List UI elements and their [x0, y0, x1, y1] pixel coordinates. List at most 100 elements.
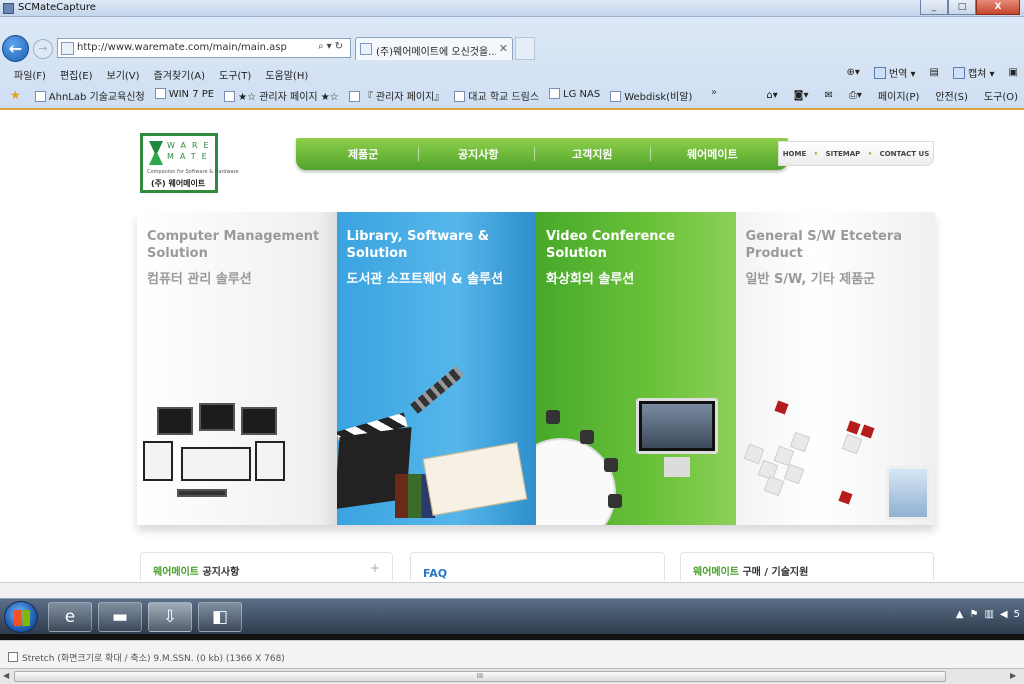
logo-ware: WARE: [167, 141, 215, 150]
fav-item[interactable]: ★☆ 관리자 페이지 ★☆: [224, 88, 339, 103]
fav-label: 대교 학교 드림스: [468, 92, 540, 103]
favorites-bar: ★ AhnLab 기술교육신청 WIN 7 PE ★☆ 관리자 페이지 ★☆ 『…: [0, 84, 1024, 106]
panel-title-en: Library, Software & Solution: [346, 229, 490, 261]
capture-icon: [952, 67, 965, 79]
tab-close-icon[interactable]: ✕: [499, 42, 508, 55]
cube-icon: [773, 445, 794, 467]
command-tools[interactable]: 도구(O): [984, 88, 1018, 103]
faq-box[interactable]: FAQ: [410, 552, 665, 580]
menu-favorites[interactable]: 즐겨찾기(A): [154, 67, 205, 82]
scroll-left-icon[interactable]: ◀: [3, 671, 9, 680]
fav-item[interactable]: 『 관리자 페이지』: [348, 88, 444, 103]
search-provider-icon[interactable]: ⊕▾: [846, 67, 859, 78]
menu-view[interactable]: 보기(V): [107, 67, 140, 82]
browser-tab[interactable]: (주)웨어메이트에 오신것을... ✕: [355, 37, 513, 60]
capture-button[interactable]: 캡쳐 ▾: [952, 65, 995, 80]
start-button[interactable]: [4, 601, 38, 633]
app-taskbar-icon[interactable]: ◧: [198, 602, 242, 632]
cube-icon: [841, 433, 862, 455]
fav-item[interactable]: Webdisk(비알): [610, 88, 692, 103]
fav-item[interactable]: AhnLab 기술교육신청: [34, 88, 145, 103]
command-page[interactable]: 페이지(P): [878, 88, 919, 103]
more-plus-icon[interactable]: +: [370, 561, 380, 575]
app-icon: [3, 3, 14, 14]
extra-icon[interactable]: ▣: [1009, 67, 1018, 78]
stretch-checkbox[interactable]: [8, 652, 18, 662]
fav-item[interactable]: 대교 학교 드림스: [454, 88, 539, 103]
translate-icon: [873, 67, 886, 79]
separator-dot: •: [813, 149, 819, 158]
close-button[interactable]: X: [976, 0, 1020, 15]
minimize-button[interactable]: _: [920, 0, 948, 15]
url-text[interactable]: http://www.waremate.com/main/main.asp: [77, 42, 287, 53]
windows-logo-icon: [14, 610, 30, 626]
chair-icon: [604, 458, 618, 472]
menu-help[interactable]: 도움말(H): [265, 67, 308, 82]
cube-icon: [763, 475, 784, 497]
back-button[interactable]: ←: [2, 35, 29, 62]
panel-video-conference[interactable]: Video Conference Solution 화상회의 솔루션: [536, 212, 736, 525]
panel-title-kr: 화상회의 솔루션: [546, 272, 635, 287]
tray-volume-icon[interactable]: ◀: [1000, 609, 1008, 620]
address-bar[interactable]: http://www.waremate.com/main/main.asp ⌕▾…: [57, 38, 351, 58]
feeds-icon[interactable]: ◙▾: [794, 90, 809, 101]
mail-icon[interactable]: ✉: [825, 90, 833, 101]
home-icon[interactable]: ⌂▾: [766, 90, 777, 101]
forward-button[interactable]: →: [33, 39, 53, 59]
scroll-thumb[interactable]: III: [14, 671, 946, 682]
menu-tools[interactable]: 도구(T): [219, 67, 251, 82]
red-cube-icon: [845, 420, 861, 435]
fav-item[interactable]: LG NAS: [549, 88, 600, 103]
notice-box[interactable]: 웨어메이트 공지사항 +: [140, 552, 393, 580]
red-cube-icon: [773, 400, 789, 415]
site-logo[interactable]: WARE MATE Companion for Software & Hardw…: [140, 133, 239, 193]
nav-notice[interactable]: 공지사항: [458, 146, 498, 162]
util-home-link[interactable]: HOME: [783, 150, 807, 158]
scroll-right-icon[interactable]: ▶: [1010, 671, 1016, 680]
nav-support[interactable]: 고객지원: [572, 146, 612, 162]
maximize-button[interactable]: □: [948, 0, 976, 15]
nav-row: ← → http://www.waremate.com/main/main.as…: [0, 35, 1024, 62]
util-contact-link[interactable]: CONTACT US: [880, 150, 930, 158]
panel-computer-management[interactable]: Computer Management Solution 컴퓨터 관리 솔루션: [137, 212, 337, 525]
panel-title-en: Computer Management Solution: [147, 229, 320, 261]
system-tray: ▲ ⚑ ▥ ◀ 5: [956, 609, 1020, 620]
print-icon[interactable]: ⎙▾: [849, 90, 862, 101]
favorites-more-button[interactable]: »: [711, 87, 717, 98]
favicon-icon: [360, 43, 372, 55]
tray-network-icon[interactable]: ▥: [984, 609, 993, 620]
nav-products[interactable]: 제품군: [348, 146, 378, 162]
chair-icon: [580, 430, 594, 444]
panel-library-software[interactable]: Library, Software & Solution 도서관 소프트웨어 &…: [336, 212, 536, 525]
capture-taskbar-icon[interactable]: ⇩: [148, 602, 192, 632]
tab-title: (주)웨어메이트에 오신것을...: [376, 47, 496, 58]
panel-title-kr: 일반 S/W, 기타 제품군: [745, 272, 876, 287]
ie-taskbar-icon[interactable]: e: [48, 602, 92, 632]
util-sitemap-link[interactable]: SITEMAP: [826, 150, 861, 158]
logo-mate: MATE: [167, 152, 213, 161]
tray-clock[interactable]: 5: [1014, 609, 1020, 620]
fav-item[interactable]: WIN 7 PE: [154, 88, 214, 103]
faq-box-title: FAQ: [423, 567, 448, 580]
utility-links: HOME • SITEMAP • CONTACT US: [778, 141, 934, 166]
menu-file[interactable]: 파일(F): [14, 67, 46, 82]
nav-waremate[interactable]: 웨어메이트: [687, 146, 738, 162]
explorer-taskbar-icon[interactable]: ▬: [98, 602, 142, 632]
page-icon: [224, 91, 236, 102]
favorites-star-icon[interactable]: ★: [10, 88, 21, 103]
tray-flag-icon[interactable]: ⚑: [970, 609, 979, 620]
command-safety[interactable]: 안전(S): [935, 88, 968, 103]
new-tab-button[interactable]: [515, 37, 535, 60]
translate-button[interactable]: 번역 ▾: [873, 65, 915, 80]
panel-general-software[interactable]: General S/W Etcetera Product 일반 S/W, 기타 …: [735, 212, 935, 525]
capture-horizontal-scrollbar[interactable]: ◀ III ▶: [0, 668, 1024, 684]
separator-dot: •: [867, 149, 873, 158]
purchase-support-box[interactable]: 웨어메이트 구매 / 기술지원: [680, 552, 934, 580]
note-icon[interactable]: ▤: [929, 67, 938, 78]
tray-expand-icon[interactable]: ▲: [956, 609, 964, 620]
menu-edit[interactable]: 편집(E): [60, 67, 93, 82]
page-horizontal-scrollbar[interactable]: [0, 582, 1024, 598]
address-controls[interactable]: ⌕▾↻: [318, 41, 346, 52]
logo-name: (주) 웨어메이트: [151, 179, 206, 188]
menu-bar: 파일(F) 편집(E) 보기(V) 즐겨찾기(A) 도구(T) 도움말(H) ⊕…: [0, 63, 1024, 83]
